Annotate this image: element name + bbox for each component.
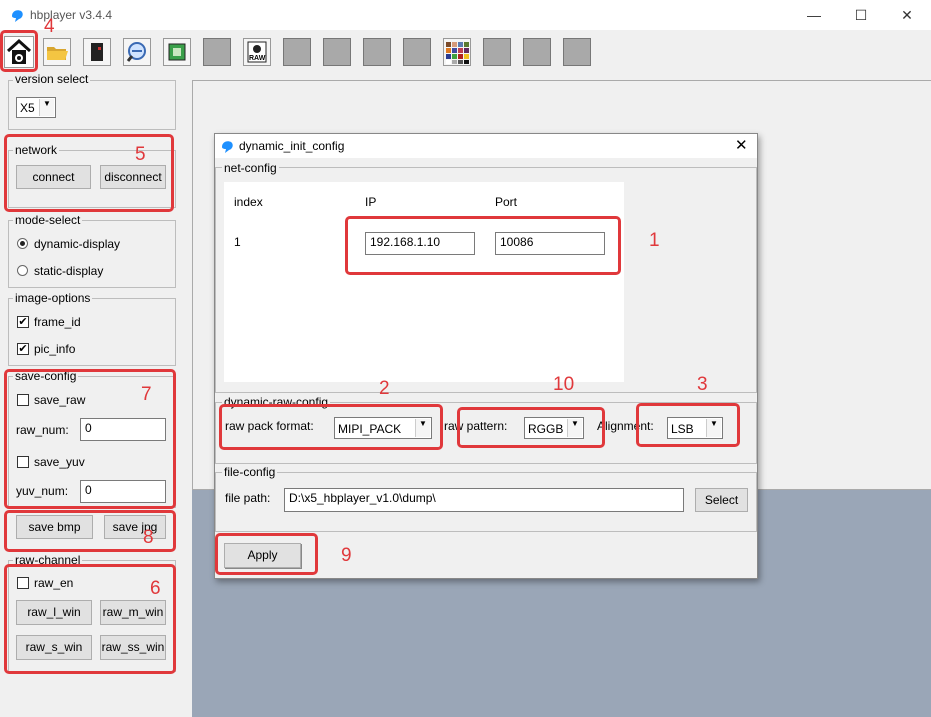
- annotation-number-2: 2: [379, 378, 390, 399]
- header-ip: IP: [365, 195, 377, 209]
- dynamic-display-radio[interactable]: [17, 238, 28, 249]
- annotation-number-5: 5: [135, 144, 146, 165]
- open-folder-button[interactable]: [43, 38, 71, 66]
- annotation-number-1: 1: [649, 230, 660, 251]
- annotation-number-3: 3: [697, 374, 708, 395]
- annotation-box-3: [636, 403, 740, 447]
- sd-card-button[interactable]: [83, 38, 111, 66]
- chip-button[interactable]: [163, 38, 191, 66]
- toolbar-button-10[interactable]: [363, 38, 391, 66]
- dialog-close-button[interactable]: ✕: [735, 136, 748, 154]
- raw-file-icon: RAW: [247, 41, 267, 63]
- zoom-button[interactable]: [123, 38, 151, 66]
- toolbar-button-15[interactable]: [563, 38, 591, 66]
- chip-icon: [168, 43, 186, 61]
- select-path-button[interactable]: Select: [695, 488, 748, 512]
- annotation-number-4: 4: [44, 16, 55, 37]
- title-bar: hbplayer v3.4.4 — ☐ ✕: [0, 0, 931, 30]
- dynamic-init-config-dialog: dynamic_init_config ✕ net-config index I…: [214, 133, 758, 579]
- toolbar-button-11[interactable]: [403, 38, 431, 66]
- header-index: index: [234, 195, 263, 209]
- toolbar-button-6[interactable]: [203, 38, 231, 66]
- header-port: Port: [495, 195, 518, 209]
- pic-info-checkbox[interactable]: ✔: [17, 343, 29, 355]
- net-config-label: net-config: [222, 161, 279, 175]
- version-dropdown[interactable]: X5 ▼: [16, 97, 56, 118]
- magnifier-icon: [126, 42, 146, 62]
- raw-button[interactable]: RAW: [243, 38, 271, 66]
- dynamic-display-label: dynamic-display: [34, 237, 121, 251]
- close-icon: ✕: [735, 137, 748, 154]
- dialog-title-bar: dynamic_init_config ✕: [215, 134, 757, 158]
- annotation-box-1: [345, 216, 621, 275]
- chevron-down-icon: ▼: [39, 99, 54, 116]
- maximize-icon: ☐: [854, 7, 868, 23]
- row-index: 1: [234, 235, 241, 249]
- annotation-number-7: 7: [141, 384, 152, 405]
- checkmark-icon: ✔: [18, 316, 28, 328]
- pic-info-label: pic_info: [34, 342, 76, 356]
- mode-select-label: mode-select: [13, 213, 83, 227]
- annotation-box-9: [215, 533, 318, 575]
- annotation-box-10: [457, 407, 605, 448]
- file-config-label: file-config: [222, 465, 278, 479]
- toolbar-button-8[interactable]: [283, 38, 311, 66]
- app-logo-icon: [12, 10, 23, 22]
- sd-card-icon: [91, 43, 103, 61]
- static-display-label: static-display: [34, 264, 104, 278]
- version-select-label: version select: [13, 72, 91, 86]
- toolbar-button-13[interactable]: [483, 38, 511, 66]
- version-value: X5: [20, 101, 35, 115]
- app-title: hbplayer v3.4.4: [30, 8, 113, 22]
- app-logo-icon: [222, 141, 233, 153]
- annotation-number-8: 8: [143, 527, 154, 548]
- close-button[interactable]: ✕: [884, 0, 930, 30]
- annotation-box-2: [219, 404, 443, 450]
- annotation-number-10: 10: [553, 374, 575, 395]
- file-path-input[interactable]: D:\x5_hbplayer_v1.0\dump\: [284, 488, 684, 512]
- color-checker-icon: [446, 42, 469, 64]
- minimize-button[interactable]: —: [791, 0, 837, 30]
- frame-id-checkbox[interactable]: ✔: [17, 316, 29, 328]
- folder-icon: [47, 47, 68, 60]
- annotation-number-6: 6: [150, 578, 161, 599]
- annotation-box-5: [4, 134, 174, 212]
- toolbar-button-9[interactable]: [323, 38, 351, 66]
- color-chart-button[interactable]: [443, 38, 471, 66]
- minimize-icon: —: [807, 7, 821, 23]
- maximize-button[interactable]: ☐: [838, 0, 884, 30]
- annotation-box-4: [0, 30, 38, 72]
- dialog-title: dynamic_init_config: [239, 139, 345, 153]
- svg-text:RAW: RAW: [249, 55, 266, 62]
- image-options-label: image-options: [13, 291, 93, 305]
- net-config-table: index IP Port 1 192.168.1.10 10086: [224, 182, 624, 382]
- file-path-value: D:\x5_hbplayer_v1.0\dump\: [289, 491, 436, 505]
- checkmark-icon: ✔: [18, 343, 28, 355]
- static-display-radio[interactable]: [17, 265, 28, 276]
- close-icon: ✕: [901, 7, 913, 23]
- annotation-number-9: 9: [341, 545, 352, 566]
- frame-id-label: frame_id: [34, 315, 81, 329]
- toolbar-button-14[interactable]: [523, 38, 551, 66]
- file-path-label: file path:: [225, 491, 271, 505]
